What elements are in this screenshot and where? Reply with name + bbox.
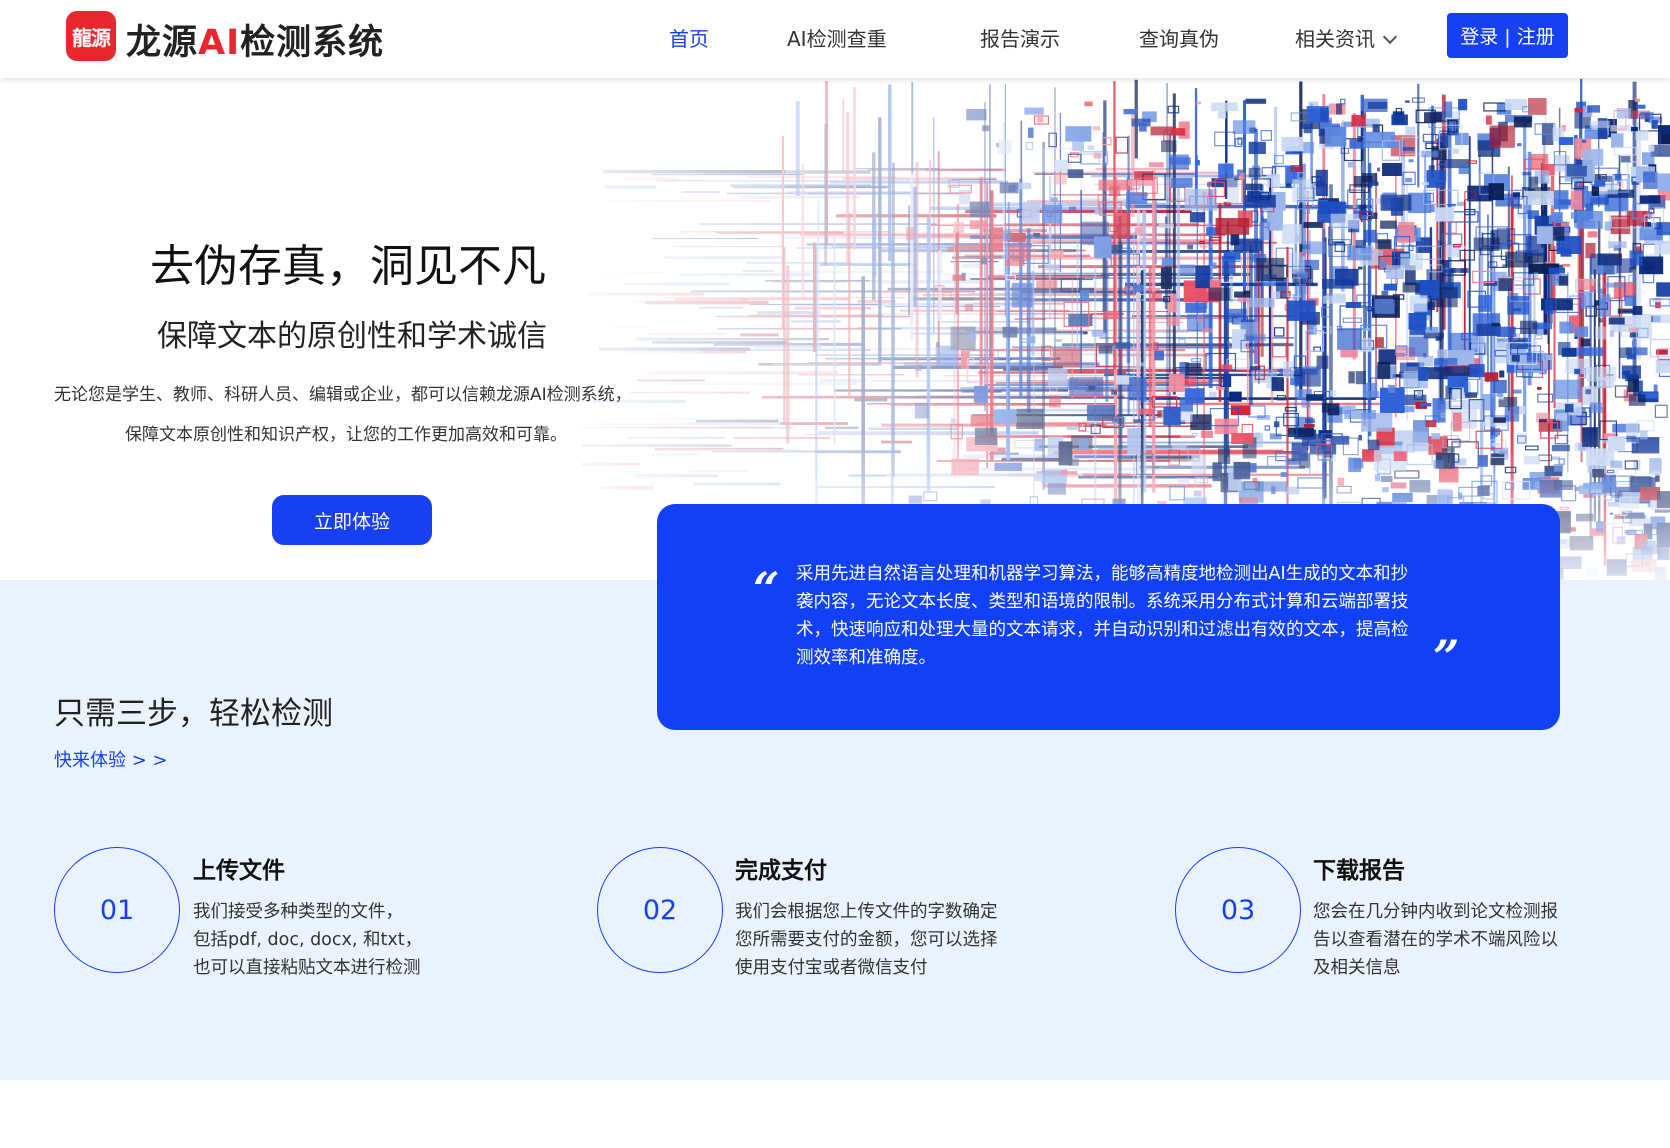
quote-open-icon: “ bbox=[753, 562, 780, 616]
try-it-link[interactable]: 快来体验 > > bbox=[54, 746, 168, 772]
step-2-desc-line: 我们会根据您上传文件的字数确定 bbox=[735, 902, 998, 922]
step-3-desc-line: 及相关信息 bbox=[1313, 958, 1401, 978]
quote-close-icon: ” bbox=[1433, 630, 1460, 684]
try-now-button[interactable]: 立即体验 bbox=[272, 495, 432, 545]
step-1-desc-line: 也可以直接粘贴文本进行检测 bbox=[193, 958, 421, 978]
step-3-title: 下载报告 bbox=[1313, 858, 1405, 884]
site-logo-text[interactable]: 龙源AI检测系统 bbox=[126, 14, 384, 65]
step-2-number: 02 bbox=[597, 847, 723, 973]
nav-news-label: 相关资讯 bbox=[1295, 27, 1375, 51]
nav-home[interactable]: 首页 bbox=[669, 23, 709, 52]
quote-text: 采用先进自然语言处理和机器学习算法，能够高精度地检测出AI生成的文本和抄袭内容，… bbox=[796, 564, 1409, 668]
step-1-desc-line: 包括pdf, doc, docx, 和txt， bbox=[193, 930, 423, 950]
nav-verify[interactable]: 查询真伪 bbox=[1139, 23, 1219, 52]
step-3-desc-line: 您会在几分钟内收到论文检测报 bbox=[1313, 902, 1558, 922]
hero-description-line-1: 无论您是学生、教师、科研人员、编辑或企业，都可以信赖龙源AI检测系统， bbox=[54, 385, 632, 405]
step-1-number: 01 bbox=[54, 847, 180, 973]
logo-icon[interactable]: 龍源 bbox=[66, 11, 116, 61]
step-1-desc-line: 我们接受多种类型的文件， bbox=[193, 902, 403, 922]
nav-ai-check[interactable]: AI检测查重 bbox=[787, 23, 887, 52]
top-navbar: 龍源 龙源AI检测系统 首页 AI检测查重 报告演示 查询真伪 相关资讯 登录 … bbox=[0, 0, 1670, 78]
login-register-button[interactable]: 登录 | 注册 bbox=[1447, 13, 1568, 58]
hero-subtitle: 保障文本的原创性和学术诚信 bbox=[157, 319, 547, 354]
hero-title: 去伪存真，洞见不凡 bbox=[150, 241, 546, 292]
step-3-number: 03 bbox=[1175, 847, 1301, 973]
step-1-title: 上传文件 bbox=[193, 858, 285, 884]
hero-description-line-2: 保障文本原创性和知识产权，让您的工作更加高效和可靠。 bbox=[125, 425, 567, 445]
nav-report-demo[interactable]: 报告演示 bbox=[980, 23, 1060, 52]
step-3-desc-line: 告以查看潜在的学术不端风险以 bbox=[1313, 930, 1558, 950]
chevron-down-icon bbox=[1382, 29, 1398, 45]
step-2-desc-line: 使用支付宝或者微信支付 bbox=[735, 958, 928, 978]
step-2-desc-line: 您所需要支付的金额，您可以选择 bbox=[735, 930, 998, 950]
feature-quote-card: “ 采用先进自然语言处理和机器学习算法，能够高精度地检测出AI生成的文本和抄袭内… bbox=[657, 504, 1560, 730]
steps-section-title: 只需三步，轻松检测 bbox=[54, 696, 333, 732]
step-2-title: 完成支付 bbox=[735, 858, 827, 884]
nav-news[interactable]: 相关资讯 bbox=[1295, 23, 1398, 52]
